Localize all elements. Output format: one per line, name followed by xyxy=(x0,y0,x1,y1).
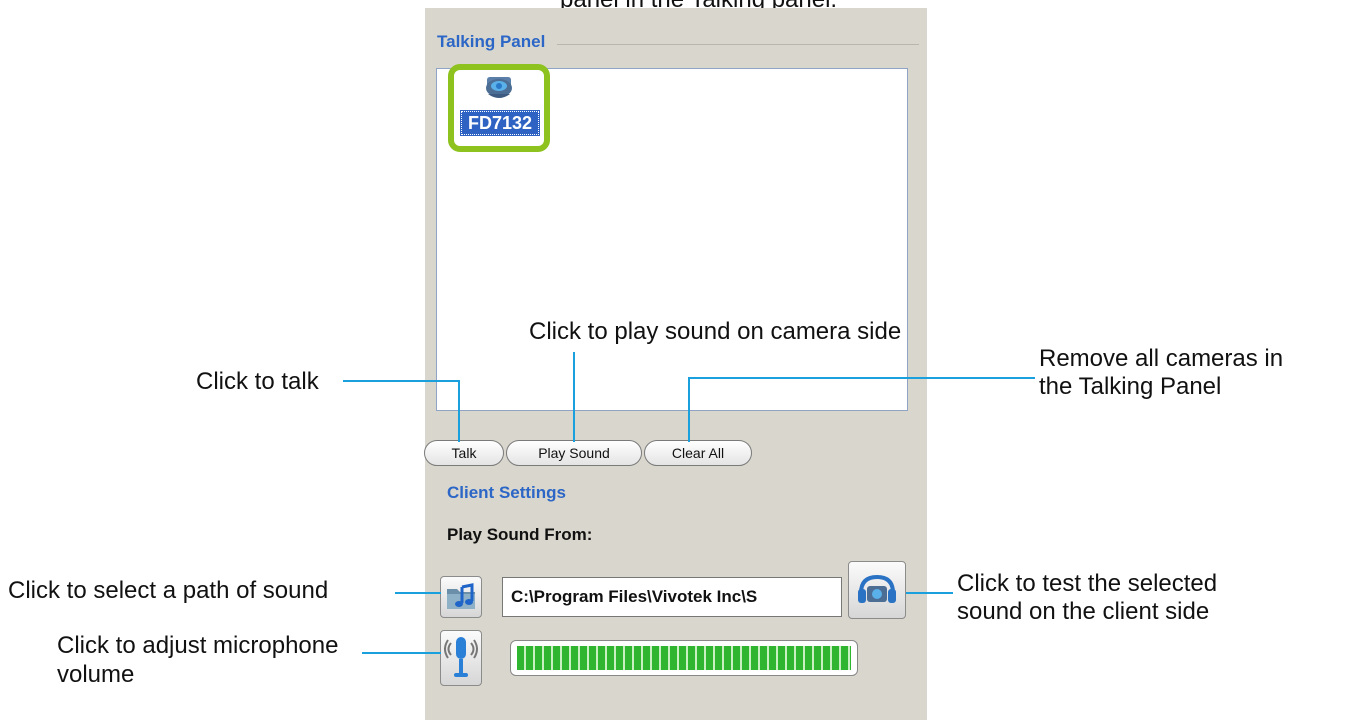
annotation-talk: Click to talk xyxy=(196,368,319,395)
music-folder-icon xyxy=(447,583,475,609)
microphone-icon xyxy=(444,637,478,677)
leader-line-mic xyxy=(362,652,441,654)
annotation-play-sound: Click to play sound on camera side xyxy=(529,318,902,345)
select-sound-path-button[interactable] xyxy=(440,576,482,618)
microphone-volume-slider[interactable] xyxy=(510,640,858,676)
leader-line-clear-all xyxy=(688,377,690,442)
leader-line-select-path xyxy=(395,592,441,594)
talking-panel-title: Talking Panel xyxy=(437,32,546,51)
leader-line-talk xyxy=(343,380,460,382)
volume-level-fill xyxy=(517,646,851,670)
clear-all-button[interactable]: Clear All xyxy=(644,440,752,466)
camera-icon xyxy=(486,77,512,98)
leader-line-clear-all xyxy=(688,377,1035,379)
section-divider xyxy=(557,44,919,45)
leader-line-play-sound xyxy=(573,352,575,442)
annotation-clear-all-2: the Talking Panel xyxy=(1039,373,1222,400)
client-settings-title: Client Settings xyxy=(447,483,567,502)
annotation-test-1: Click to test the selected xyxy=(957,570,1218,597)
camera-item[interactable]: FD7132 xyxy=(448,64,550,152)
annotation-test-2: sound on the client side xyxy=(957,598,1210,625)
speaker-camera-icon xyxy=(858,574,896,603)
leader-line-test xyxy=(906,592,953,594)
microphone-volume-button[interactable] xyxy=(440,630,482,686)
play-sound-button[interactable]: Play Sound xyxy=(506,440,642,466)
test-sound-button[interactable] xyxy=(848,561,906,619)
leader-line-talk xyxy=(458,380,460,442)
annotation-mic-1: Click to adjust microphone xyxy=(57,632,339,659)
talk-button[interactable]: Talk xyxy=(424,440,504,466)
camera-label: FD7132 xyxy=(460,110,540,136)
annotation-mic-2: volume xyxy=(57,661,135,688)
play-sound-from-label: Play Sound From: xyxy=(447,525,593,544)
annotation-clear-all-1: Remove all cameras in xyxy=(1039,345,1284,372)
sound-path-input[interactable]: C:\Program Files\Vivotek Inc\S xyxy=(502,577,842,617)
annotation-select-path: Click to select a path of sound xyxy=(8,577,329,604)
